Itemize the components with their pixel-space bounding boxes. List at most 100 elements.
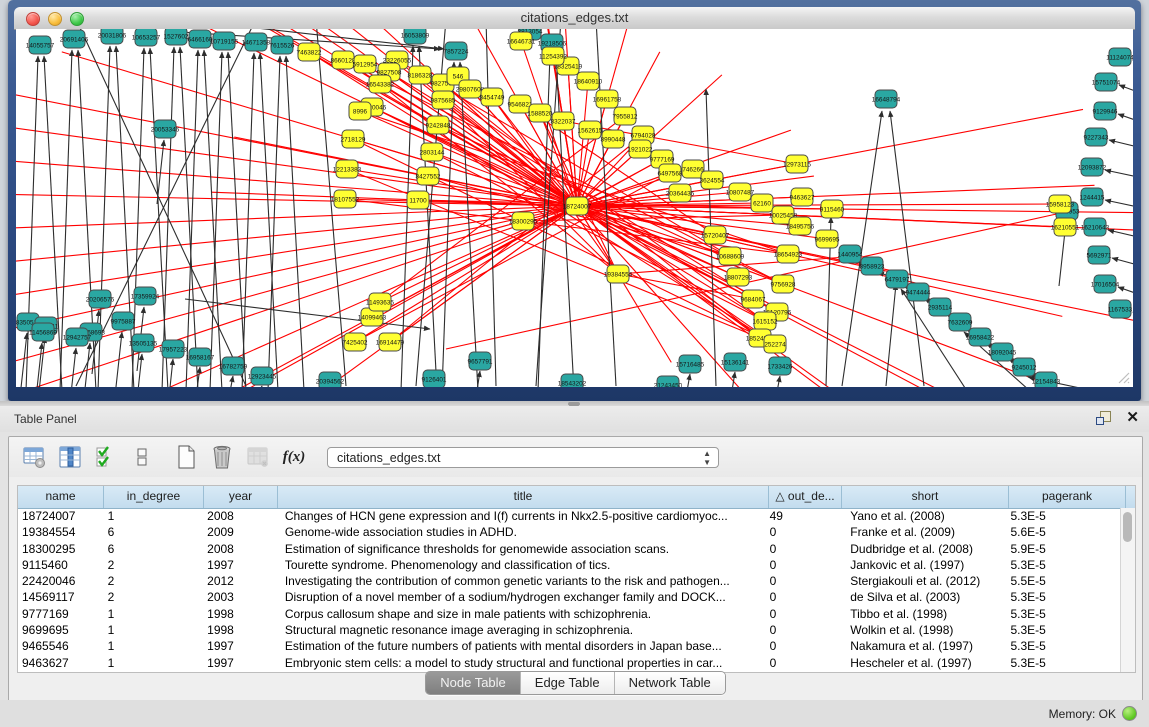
graph-node[interactable]: 16782759 <box>219 357 248 375</box>
graph-node[interactable]: 8454749 <box>480 88 505 106</box>
graph-node[interactable]: 18543202 <box>558 374 587 387</box>
graph-node[interactable]: 9242848 <box>426 116 451 134</box>
column-header-1[interactable]: in_degree <box>104 486 204 508</box>
network-window-titlebar[interactable]: citations_edges.txt <box>14 7 1135 30</box>
graph-node[interactable]: 16543382 <box>366 75 395 93</box>
graph-node[interactable]: 16958167 <box>186 348 215 366</box>
graph-node[interactable]: 5692971 <box>1087 246 1112 264</box>
function-builder-icon[interactable]: f(x) <box>281 444 307 470</box>
graph-node[interactable]: 20206576 <box>86 290 115 308</box>
delete-column-icon[interactable] <box>209 444 235 470</box>
graph-node[interactable]: 9975887 <box>111 312 136 330</box>
graph-node[interactable]: 7955812 <box>613 107 638 125</box>
graph-node[interactable]: 12973115 <box>783 155 811 173</box>
graph-node[interactable]: 2718129 <box>341 130 366 148</box>
graph-node[interactable]: 16914479 <box>376 333 405 351</box>
column-header-5[interactable]: short <box>842 486 1009 508</box>
column-header-4[interactable]: △ out_de... <box>769 486 842 508</box>
graph-node[interactable]: 6497568 <box>658 164 683 182</box>
graph-node[interactable]: 12213383 <box>333 160 362 178</box>
graph-node[interactable]: 8996 <box>349 102 371 120</box>
graph-node[interactable]: 9474444 <box>906 283 931 301</box>
graph-hub-node[interactable]: 18724007 <box>563 197 592 215</box>
graph-node[interactable]: 16210643 <box>1081 218 1110 236</box>
graph-node[interactable]: 62160 <box>751 194 773 212</box>
graph-node[interactable]: 18495756 <box>786 217 815 235</box>
graph-node[interactable]: 7463822 <box>297 43 322 61</box>
graph-node[interactable]: 252274 <box>764 335 786 353</box>
graph-node[interactable]: 18807293 <box>724 268 753 286</box>
graph-node[interactable]: 1244415 <box>1080 188 1105 206</box>
graph-node[interactable]: 7632609 <box>948 313 973 331</box>
graph-node[interactable]: 15720407 <box>701 226 730 244</box>
graph-node[interactable]: 9875685 <box>431 91 456 109</box>
table-row[interactable]: 1872400712008Changes of HCN gene express… <box>18 508 1121 524</box>
graph-node[interactable]: 10688609 <box>716 247 745 265</box>
graph-node[interactable]: 11493635 <box>366 293 394 311</box>
graph-node[interactable]: 13505135 <box>129 334 158 352</box>
graph-node[interactable]: 1527602 <box>164 29 189 45</box>
graph-node[interactable]: 18654923 <box>774 245 803 263</box>
graph-node[interactable]: 16210551 <box>1051 218 1080 236</box>
graph-node[interactable]: 11254392 <box>539 47 567 65</box>
table-row[interactable]: 969969511998Structural magnetic resonanc… <box>18 622 1121 638</box>
graph-node[interactable]: 10653257 <box>132 29 161 46</box>
table-row[interactable]: 946362711997Embryonic stem cells: a mode… <box>18 655 1121 671</box>
graph-node[interactable]: 16053809 <box>401 29 430 44</box>
table-row[interactable]: 1938455462009Genome-wide association stu… <box>18 524 1121 540</box>
graph-node[interactable]: 1440954 <box>838 245 863 263</box>
graph-node[interactable]: 9129946 <box>1093 102 1118 120</box>
column-header-3[interactable]: title <box>278 486 769 508</box>
table-selector-dropdown[interactable]: citations_edges.txt ▲▼ <box>327 447 719 468</box>
graph-node[interactable]: 18107552 <box>331 190 360 208</box>
graph-node[interactable]: 18300295 <box>509 212 538 230</box>
graph-node[interactable]: 8427552 <box>416 167 441 185</box>
graph-node[interactable]: 9756928 <box>771 275 796 293</box>
graph-node[interactable]: 15716485 <box>676 355 705 373</box>
graph-node[interactable]: 7615526 <box>270 36 295 54</box>
graph-node[interactable]: 1615152 <box>753 312 778 330</box>
graph-node[interactable]: 12942757 <box>63 328 92 346</box>
graph-node[interactable]: 9684067 <box>741 290 766 308</box>
float-panel-icon[interactable] <box>1096 410 1112 426</box>
tab-edge-table[interactable]: Edge Table <box>521 672 615 694</box>
graph-node[interactable]: 2935114 <box>928 298 953 316</box>
table-row[interactable]: 946554611997Estimation of the future num… <box>18 638 1121 654</box>
graph-node[interactable]: 16646731 <box>507 32 536 50</box>
graph-node[interactable]: 3624554 <box>700 171 725 189</box>
graph-node[interactable]: 1733426 <box>768 357 793 375</box>
new-column-icon[interactable] <box>173 444 199 470</box>
table-row[interactable]: 1456911722003Disruption of a novel membe… <box>18 589 1121 605</box>
graph-node[interactable]: 16961758 <box>593 90 622 108</box>
graph-node[interactable]: 12154843 <box>1032 372 1061 387</box>
close-panel-icon[interactable]: ✕ <box>1126 410 1139 426</box>
graph-node[interactable]: 17359924 <box>131 287 160 305</box>
graph-node[interactable]: 1588520 <box>528 104 553 122</box>
graph-node[interactable]: 5912954 <box>353 55 378 73</box>
graph-node[interactable]: 1167533 <box>1108 300 1133 318</box>
graph-node[interactable]: 9699695 <box>815 230 840 248</box>
column-header-2[interactable]: year <box>204 486 278 508</box>
graph-node[interactable]: 18092045 <box>988 343 1017 361</box>
graph-node[interactable]: 7857224 <box>444 42 469 60</box>
graph-node[interactable]: 20394562 <box>316 372 345 387</box>
memory-ok-icon[interactable] <box>1122 706 1137 721</box>
graph-node[interactable]: 15958123 <box>1046 195 1075 213</box>
graph-node[interactable]: 20691406 <box>60 30 89 48</box>
column-header-0[interactable]: name <box>18 486 104 508</box>
graph-node[interactable]: 20031806 <box>98 29 127 44</box>
tab-network-table[interactable]: Network Table <box>615 672 725 694</box>
scrollbar-thumb[interactable] <box>1123 512 1132 542</box>
graph-node[interactable]: 10719155 <box>210 32 239 50</box>
network-canvas[interactable]: 1405575720691406200318061065325715276026… <box>16 29 1133 387</box>
network-view-window[interactable]: citations_edges.txt 14055757206914062003… <box>8 0 1141 401</box>
graph-node[interactable]: 9657791 <box>468 352 493 370</box>
graph-node[interactable]: 15751074 <box>1092 73 1121 91</box>
select-rows-icon[interactable] <box>93 444 119 470</box>
graph-node[interactable]: 10807487 <box>726 183 755 201</box>
row-height-icon[interactable] <box>129 444 155 470</box>
vertical-scrollbar[interactable] <box>1120 508 1135 672</box>
graph-node[interactable]: 12923445 <box>248 367 277 385</box>
graph-node[interactable]: 9227343 <box>1084 128 1109 146</box>
graph-node[interactable]: 11700 <box>407 191 429 209</box>
